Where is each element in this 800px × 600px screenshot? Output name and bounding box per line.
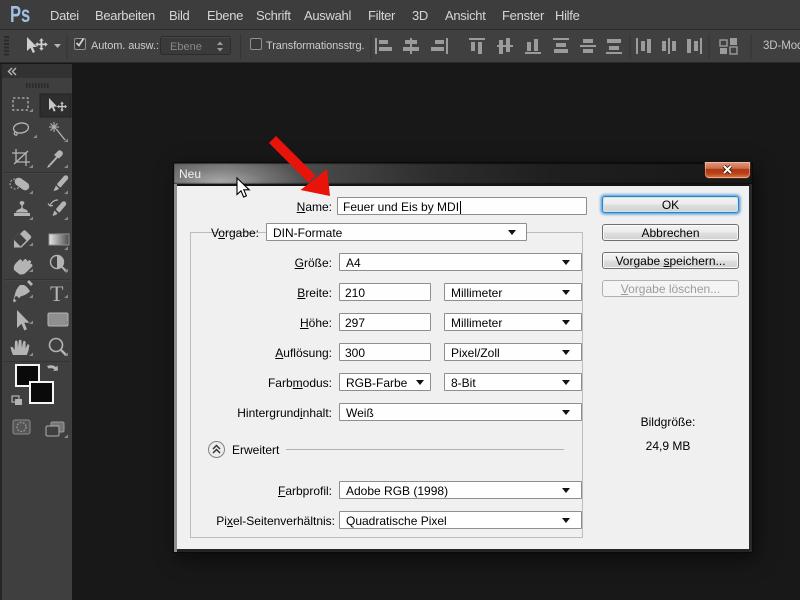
- svg-text:T: T: [50, 281, 64, 306]
